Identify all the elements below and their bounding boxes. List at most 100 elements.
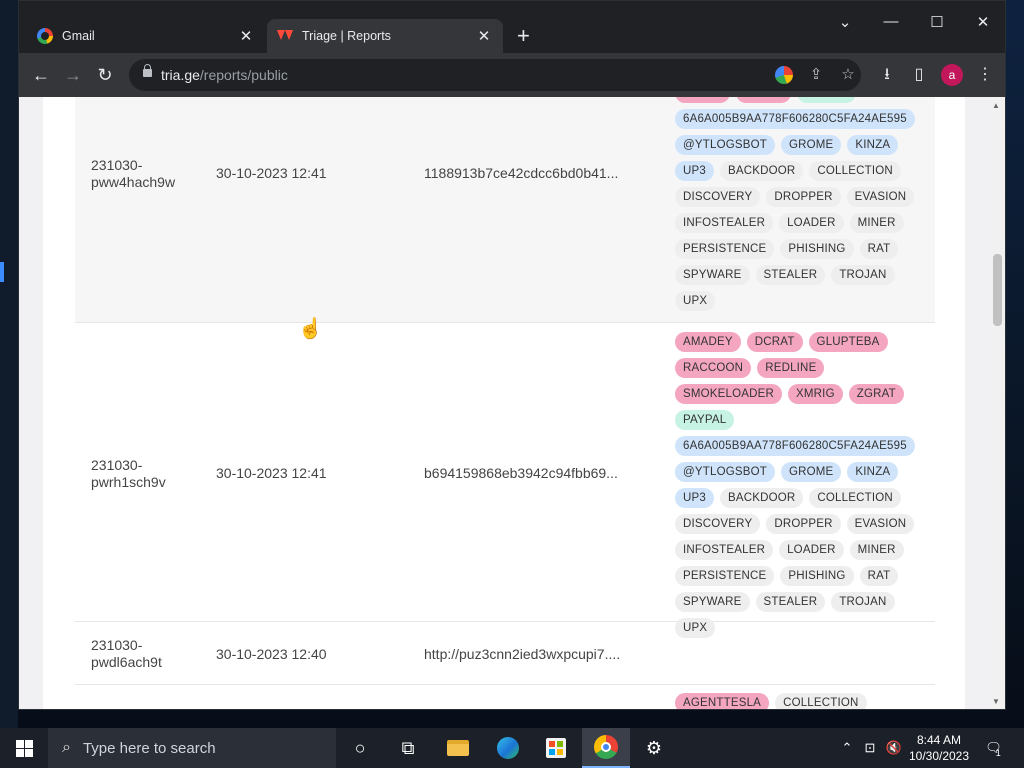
lock-icon[interactable] [143,64,152,77]
tag-badge[interactable]: 6A6A005B9AA778F606280C5FA24AE595 [675,436,915,456]
bookmark-star-icon[interactable]: ☆ [839,66,857,84]
report-row[interactable]: 231030- pwdl6ach9t 30-10-2023 12:40 http:… [75,622,935,685]
tag-badge[interactable]: LOADER [779,213,844,233]
profile-avatar[interactable]: a [941,64,963,86]
tag-badge[interactable]: PAYPAL [796,97,857,103]
tag-badge[interactable]: DCRAT [746,332,803,352]
tag-badge[interactable]: BACKDOOR [719,488,804,508]
url-text[interactable]: tria.ge/reports/public [161,67,288,83]
network-icon[interactable]: ⊡ [860,728,880,768]
tag-badge[interactable]: STEALER [755,592,826,612]
tag-badge[interactable]: TROJAN [831,592,895,612]
tag-badge[interactable]: RACCOON [675,358,752,378]
maximize-button[interactable]: ☐ [925,13,949,31]
tag-badge[interactable]: PHISHING [780,566,854,586]
tag-badge[interactable]: GLUPTEBA [808,332,888,352]
microsoft-store-icon[interactable] [532,728,580,768]
chrome-taskbar-icon[interactable] [582,728,630,768]
tag-badge[interactable]: @YTLOGSBOT [675,135,775,155]
tag-badge[interactable]: 6A6A005B9AA778F606280C5FA24AE595 [675,109,915,129]
close-tab-icon[interactable]: ✕ [475,27,493,45]
download-icon[interactable]: ⭳ [877,65,897,85]
tab-search-icon[interactable]: ⌄ [833,13,857,31]
tag-badge[interactable]: GROME [780,462,842,482]
tag-badge[interactable]: RAT [859,239,899,259]
tag-badge[interactable]: MINER [849,540,904,560]
report-id[interactable]: 231030- pwrh1sch9v [91,457,201,491]
tag-badge[interactable]: STEALER [755,265,826,285]
taskbar-search-box[interactable]: ⌕ Type here to search [48,728,336,768]
tag-badge[interactable]: GROME [780,135,842,155]
tag-badge[interactable]: PERSISTENCE [675,239,775,259]
tag-badge[interactable]: XMRIG [675,97,730,103]
tag-badge[interactable]: AMADEY [675,332,741,352]
tag-badge[interactable]: RAT [859,566,899,586]
tab-gmail[interactable]: Gmail ✕ [27,19,265,53]
tag-badge[interactable]: PERSISTENCE [675,566,775,586]
report-id[interactable]: 231030- pwdl6ach9t [91,637,201,671]
tag-badge[interactable]: COLLECTION [809,488,901,508]
report-id[interactable]: 231030- pww4hach9w [91,157,201,191]
report-row[interactable]: AGENTTESLA COLLECTION [75,685,935,709]
task-view-icon[interactable]: ⧉ [384,728,432,768]
tag-badge[interactable]: REDLINE [757,358,825,378]
more-menu-icon[interactable]: ⋮ [975,65,995,85]
tag-badge[interactable]: PAYPAL [675,410,735,430]
volume-muted-icon[interactable]: 🔇 [884,728,904,768]
new-tab-button[interactable]: + [517,25,530,47]
tag-badge[interactable]: TROJAN [831,265,895,285]
report-target[interactable]: http://puz3cnn2ied3wxpcupi7.... [424,646,620,663]
address-bar[interactable]: tria.ge/reports/public ⇪ ☆ [129,59,861,91]
tag-badge[interactable]: EVASION [846,187,915,207]
system-clock[interactable]: 8:44 AM 10/30/2023 [904,732,974,764]
tag-badge[interactable]: KINZA [847,462,899,482]
scroll-down-arrow-icon[interactable]: ▼ [992,697,1000,706]
show-hidden-icons-chevron-icon[interactable]: ⌃ [838,728,856,768]
tag-badge[interactable]: DISCOVERY [675,187,761,207]
tag-badge[interactable]: UP3 [675,488,714,508]
tag-badge[interactable]: SPYWARE [675,592,750,612]
tag-badge[interactable]: ZGRAT [735,97,791,103]
tag-badge[interactable]: SPYWARE [675,265,750,285]
tag-badge[interactable]: AGENTTESLA [675,693,770,709]
tab-triage-reports[interactable]: Triage | Reports ✕ [267,19,503,53]
tag-badge[interactable]: MINER [849,213,904,233]
back-arrow-icon[interactable]: ← [29,63,53,87]
reload-icon[interactable]: ↻ [93,63,117,87]
start-button[interactable] [0,728,48,768]
tag-badge[interactable]: KINZA [847,135,899,155]
tag-badge[interactable]: SMOKELOADER [675,384,783,404]
tag-badge[interactable]: DROPPER [766,514,841,534]
tag-badge[interactable]: LOADER [779,540,844,560]
close-window-button[interactable]: ✕ [971,13,995,31]
forward-arrow-icon[interactable]: → [61,63,85,87]
report-row[interactable]: 231030- pww4hach9w 30-10-2023 12:41 11889… [75,97,935,323]
tag-badge[interactable]: BACKDOOR [719,161,804,181]
file-explorer-icon[interactable] [434,728,482,768]
tag-badge[interactable]: EVASION [846,514,915,534]
settings-gear-icon[interactable]: ⚙ [630,728,678,768]
tag-badge[interactable]: INFOSTEALER [675,540,774,560]
tag-badge[interactable]: ZGRAT [848,384,904,404]
page-scrollbar[interactable]: ▲ ▼ [989,97,1005,709]
tag-badge[interactable]: @YTLOGSBOT [675,462,775,482]
scroll-up-arrow-icon[interactable]: ▲ [992,101,1000,110]
cortana-icon[interactable]: ○ [336,728,384,768]
scrollbar-thumb[interactable] [993,254,1002,326]
tag-badge[interactable]: DROPPER [766,187,841,207]
tag-badge[interactable]: DISCOVERY [675,514,761,534]
report-target[interactable]: b694159868eb3942c94fbb69... [424,465,618,482]
tag-badge[interactable]: UP3 [675,161,714,181]
side-panel-icon[interactable]: ▯ [909,65,929,85]
google-lens-icon[interactable] [775,66,793,84]
edge-icon[interactable] [484,728,532,768]
tag-badge[interactable]: COLLECTION [809,161,901,181]
tag-badge[interactable]: XMRIG [788,384,843,404]
share-icon[interactable]: ⇪ [807,66,825,84]
minimize-button[interactable]: — [879,13,903,30]
tag-badge[interactable]: UPX [675,291,716,311]
notification-center-icon[interactable]: 🗨 1 [982,728,1004,768]
report-row[interactable]: 231030- pwrh1sch9v 30-10-2023 12:41 b6941… [75,323,935,638]
report-target[interactable]: 1188913b7ce42cdcc6bd0b41... [424,165,618,182]
close-tab-icon[interactable]: ✕ [237,27,255,45]
